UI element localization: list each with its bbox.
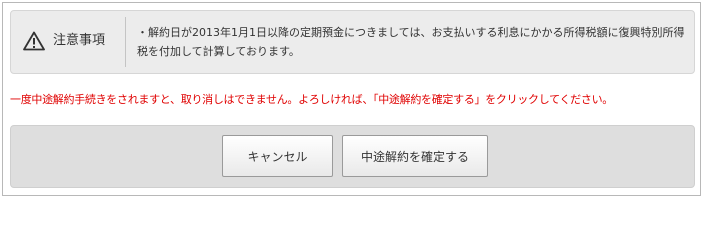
notice-title: 注意事項 xyxy=(53,33,106,48)
confirm-cancellation-button[interactable]: 中途解約を確定する xyxy=(342,135,488,177)
notice-body-text: ・解約日が2013年1月1日以降の定期預金につきましては、お支払いする利息にかか… xyxy=(137,26,685,58)
notice-header: 注意事項 xyxy=(11,17,123,67)
cancel-button[interactable]: キャンセル xyxy=(222,135,333,177)
button-panel: キャンセル 中途解約を確定する xyxy=(10,125,695,188)
notice-divider xyxy=(125,17,126,67)
warning-triangle-icon xyxy=(23,31,45,51)
notice-box: 注意事項 ・解約日が2013年1月1日以降の定期預金につきましては、お支払いする… xyxy=(10,10,695,74)
cancellation-warning-text: 一度中途解約手続きをされますと、取り消しはできません。よろしければ、「中途解約を… xyxy=(10,93,613,106)
